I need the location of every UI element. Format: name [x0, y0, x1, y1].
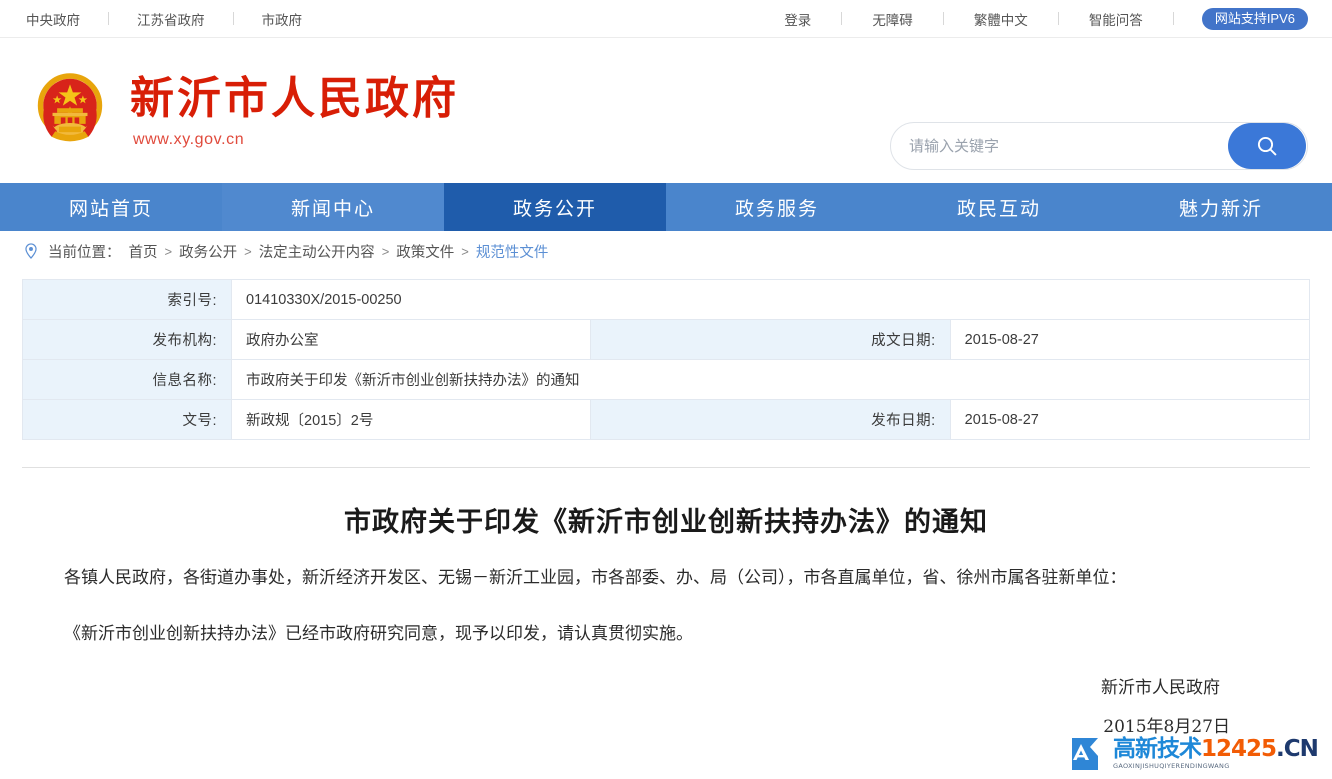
login-link[interactable]: 登录 [782, 9, 813, 29]
divider [942, 12, 944, 25]
site-url: www.xy.gov.cn [133, 130, 245, 148]
issuing-agency-label: 发布机构: [22, 319, 232, 360]
brand[interactable]: 新沂市人民政府 www.xy.gov.cn [24, 65, 459, 157]
topbar-left-links: 中央政府 江苏省政府 市政府 [24, 9, 304, 29]
article-body: 市政府关于印发《新沂市创业创新扶持办法》的通知 各镇人民政府，各街道办事处，新沂… [0, 500, 1332, 737]
article-paragraph-body: 《新沂市创业创新扶持办法》已经市政府研究同意，现予以印发，请认真贯彻实施。 [64, 624, 693, 644]
section-divider [22, 467, 1310, 468]
breadcrumb-separator: > [164, 243, 173, 259]
site-header: 新沂市人民政府 www.xy.gov.cn [0, 38, 1332, 183]
watermark-cn-text: 高新技术 [1113, 736, 1202, 763]
divider [1057, 12, 1059, 25]
search-icon [1257, 136, 1277, 156]
completion-date-value: 2015-08-27 [949, 319, 1311, 360]
topbar-link-central-gov[interactable]: 中央政府 [24, 9, 82, 29]
search-button[interactable] [1228, 123, 1306, 169]
topbar-link-jiangsu-gov[interactable]: 江苏省政府 [135, 9, 207, 29]
index-number-label: 索引号: [22, 279, 232, 320]
table-row: 索引号: 01410330X/2015-00250 [22, 279, 1310, 320]
brand-text: 新沂市人民政府 www.xy.gov.cn [130, 72, 459, 149]
article-date: 2015年8月27日 [1103, 717, 1230, 737]
information-name-label: 信息名称: [22, 359, 232, 400]
main-navigation: 网站首页 新闻中心 政务公开 政务服务 政民互动 魅力新沂 [0, 183, 1332, 231]
watermark-title-row: 高新技术 12425 .CN [1113, 736, 1319, 763]
search-box[interactable] [890, 122, 1308, 170]
divider [108, 12, 109, 25]
document-number-label: 文号: [22, 399, 232, 440]
breadcrumb-item-policy-documents[interactable]: 政策文件 [396, 241, 454, 262]
nav-item-home[interactable]: 网站首页 [0, 183, 222, 231]
breadcrumb-item-home[interactable]: 首页 [129, 241, 158, 262]
nav-item-news[interactable]: 新闻中心 [222, 183, 444, 231]
watermark-domain: .CN [1276, 736, 1319, 763]
accessibility-link[interactable]: 无障碍 [870, 9, 915, 29]
issuing-agency-value: 政府办公室 [230, 319, 592, 360]
search-input[interactable] [891, 137, 1228, 155]
table-row: 信息名称: 市政府关于印发《新沂市创业创新扶持办法》的通知 [22, 359, 1310, 400]
index-number-value: 01410330X/2015-00250 [231, 279, 1310, 320]
article-paragraph-recipients: 各镇人民政府，各街道办事处，新沂经济开发区、无锡－新沂工业园，市各部委、办、局（… [64, 568, 1127, 588]
traditional-chinese-link[interactable]: 繁體中文 [972, 9, 1030, 29]
breadcrumb: 当前位置： 首页 > 政务公开 > 法定主动公开内容 > 政策文件 > 规范性文… [0, 231, 1332, 271]
document-meta-section: 索引号: 01410330X/2015-00250 发布机构: 政府办公室 成文… [0, 279, 1332, 440]
breadcrumb-separator: > [381, 243, 390, 259]
top-utility-bar: 中央政府 江苏省政府 市政府 登录 无障碍 繁體中文 智能问答 网站支持IPV6 [0, 0, 1332, 38]
topbar-right-links: 登录 无障碍 繁體中文 智能问答 网站支持IPV6 [782, 7, 1308, 30]
watermark-text: 高新技术 12425 .CN GAOXINJISHUQIYERENDINGWAN… [1113, 736, 1319, 771]
page-title: 市政府关于印发《新沂市创业创新扶持办法》的通知 [344, 507, 988, 538]
site-title: 新沂市人民政府 [130, 73, 459, 125]
table-row: 发布机构: 政府办公室 成文日期: 2015-08-27 [22, 319, 1311, 360]
publish-date-value: 2015-08-27 [949, 399, 1311, 440]
breadcrumb-item-government-affairs[interactable]: 政务公开 [179, 241, 237, 262]
nav-item-charming-xinyi[interactable]: 魅力新沂 [1110, 183, 1332, 231]
national-emblem-icon [24, 65, 116, 157]
watermark: 高新技术 12425 .CN GAOXINJISHUQIYERENDINGWAN… [1068, 734, 1319, 774]
location-pin-icon [22, 242, 40, 260]
watermark-logo-icon [1068, 734, 1108, 774]
publish-date-label: 发布日期: [590, 399, 951, 440]
watermark-number: 12425 [1201, 736, 1277, 763]
smart-qa-link[interactable]: 智能问答 [1087, 9, 1145, 29]
nav-item-government-services[interactable]: 政务服务 [666, 183, 888, 231]
breadcrumb-separator: > [461, 243, 469, 259]
ipv6-badge[interactable]: 网站支持IPV6 [1201, 7, 1308, 30]
table-row: 文号: 新政规〔2015〕2号 发布日期: 2015-08-27 [22, 399, 1311, 440]
document-info-table: 索引号: 01410330X/2015-00250 发布机构: 政府办公室 成文… [22, 279, 1311, 440]
information-name-value: 市政府关于印发《新沂市创业创新扶持办法》的通知 [231, 359, 1310, 400]
topbar-link-city-gov[interactable]: 市政府 [260, 9, 305, 29]
completion-date-label: 成文日期: [590, 319, 951, 360]
watermark-subtitle: GAOXINJISHUQIYERENDINGWANG [1113, 762, 1230, 771]
divider [1172, 12, 1174, 25]
nav-item-government-affairs[interactable]: 政务公开 [444, 183, 666, 231]
breadcrumb-item-statutory-disclosure[interactable]: 法定主动公开内容 [259, 241, 375, 262]
divider [232, 12, 234, 25]
document-number-value: 新政规〔2015〕2号 [230, 399, 592, 440]
breadcrumb-item-normative-documents[interactable]: 规范性文件 [476, 241, 549, 262]
breadcrumb-separator: > [244, 243, 252, 259]
nav-item-public-interaction[interactable]: 政民互动 [888, 183, 1110, 231]
article-signature: 新沂市人民政府 [1101, 678, 1220, 698]
breadcrumb-label: 当前位置： [48, 244, 121, 261]
divider [841, 12, 843, 25]
